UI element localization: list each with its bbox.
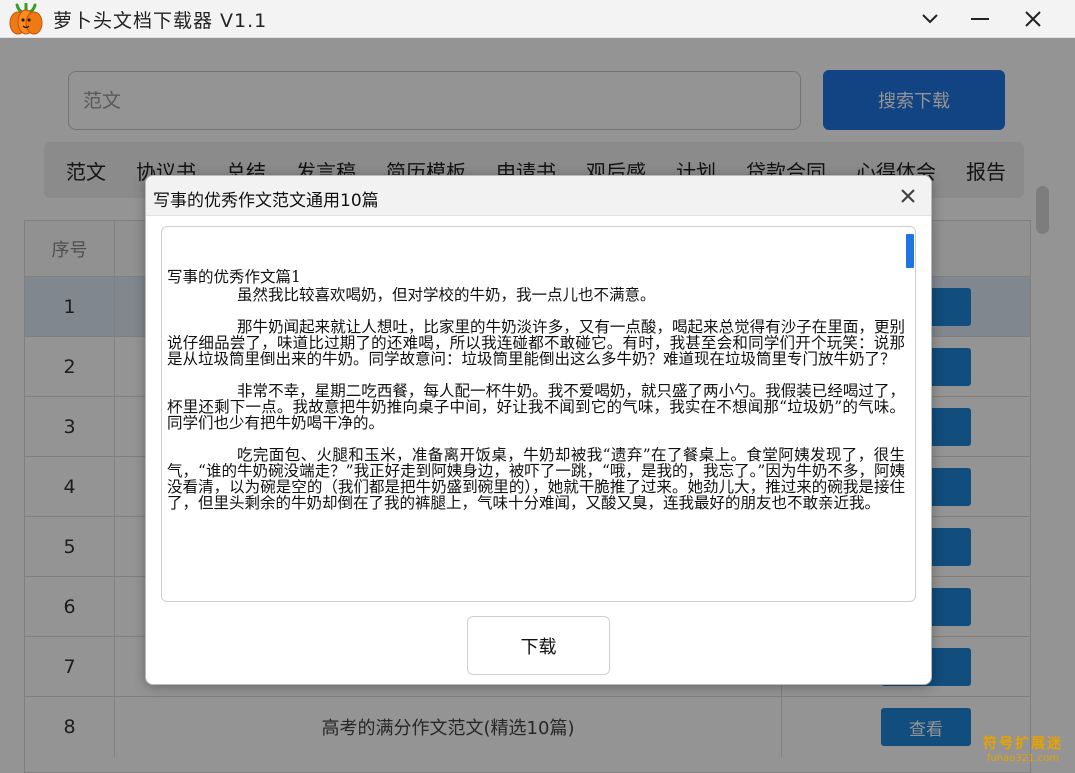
document-paragraph: 虽然我比较喜欢喝奶，但对学校的牛奶，我一点儿也不满意。 bbox=[237, 286, 656, 304]
dialog-title: 写事的优秀作文范文通用10篇 bbox=[153, 191, 379, 211]
dialog-header: 写事的优秀作文范文通用10篇 bbox=[146, 176, 931, 216]
document-scrollbar-thumb[interactable] bbox=[906, 234, 914, 268]
watermark-text: 符号扩展迷 bbox=[983, 736, 1063, 752]
close-icon[interactable] bbox=[888, 180, 928, 212]
chevron-down-icon[interactable] bbox=[905, 0, 955, 38]
close-icon[interactable] bbox=[1008, 0, 1058, 38]
preview-dialog: 写事的优秀作文范文通用10篇 写事的优秀作文篇1 虽然我比较喜欢喝奶，但对学校的… bbox=[145, 175, 932, 685]
carrot-icon bbox=[9, 3, 43, 35]
document-paragraph: 非常不幸，星期二吃西餐，每人配一杯牛奶。我不爱喝奶，就只盛了两小勺。我假装已经喝… bbox=[167, 382, 905, 432]
document-paragraph: 那牛奶闻起来就让人想吐，比家里的牛奶淡许多，又有一点酸，喝起来总觉得有沙子在里面… bbox=[167, 318, 905, 368]
watermark: 符号扩展迷 fuhao321.com bbox=[975, 733, 1071, 764]
download-button[interactable]: 下载 bbox=[467, 616, 610, 675]
watermark-url: fuhao321.com bbox=[986, 753, 1060, 764]
document-content: 写事的优秀作文篇1 虽然我比较喜欢喝奶，但对学校的牛奶，我一点儿也不满意。 那牛… bbox=[167, 269, 905, 527]
minimize-icon[interactable] bbox=[955, 0, 1005, 38]
window-title: 萝卜头文档下载器 V1.1 bbox=[53, 10, 268, 32]
document-viewer[interactable]: 写事的优秀作文篇1 虽然我比较喜欢喝奶，但对学校的牛奶，我一点儿也不满意。 那牛… bbox=[161, 226, 916, 602]
document-paragraph: 吃完面包、火腿和玉米，准备离开饭桌，牛奶却被我“遗弃”在了餐桌上。食堂阿姨发现了… bbox=[167, 446, 905, 512]
document-heading: 写事的优秀作文篇1 bbox=[167, 268, 301, 286]
title-bar: 萝卜头文档下载器 V1.1 bbox=[0, 0, 1075, 38]
